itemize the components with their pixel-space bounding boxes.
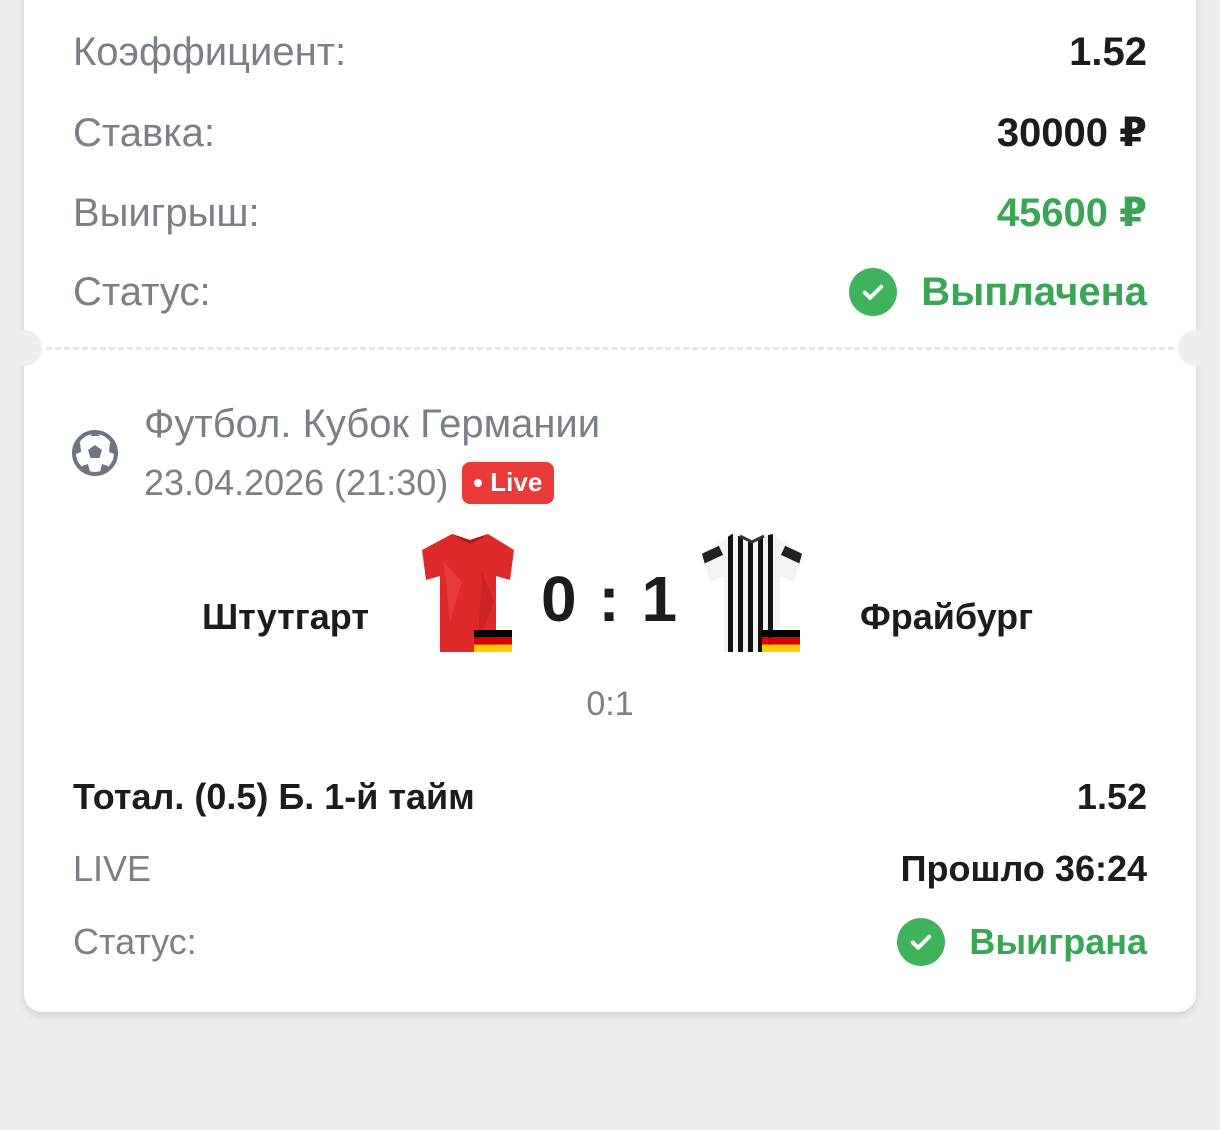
win-row: Выигрыш: 45600 ₽ bbox=[73, 190, 1147, 236]
black-white-striped-jersey-icon bbox=[700, 532, 804, 659]
coef-row: Коэффициент: 1.52 bbox=[73, 30, 1147, 75]
check-circle-icon bbox=[897, 918, 946, 966]
mode-label: LIVE bbox=[73, 848, 152, 889]
coef-value: 1.52 bbox=[1069, 30, 1147, 74]
status-value: Выплачена bbox=[921, 269, 1147, 314]
ticket-notch-left bbox=[6, 330, 42, 366]
event-datetime: 23.04.2026 (21:30) bbox=[144, 462, 449, 503]
league-title: Футбол. Кубок Германии bbox=[144, 402, 601, 446]
status-label: Статус: bbox=[73, 269, 211, 314]
ticket-notch-right bbox=[1178, 330, 1214, 366]
check-circle-icon bbox=[849, 268, 898, 316]
market-odds: 1.52 bbox=[1076, 776, 1147, 817]
elapsed-time: Прошло 36:24 bbox=[900, 848, 1147, 889]
away-team-name: Фрайбург bbox=[860, 596, 1034, 637]
germany-flag-icon bbox=[762, 630, 800, 652]
market-name: Тотал. (0.5) Б. 1-й тайм bbox=[73, 776, 475, 817]
dashed-divider bbox=[46, 347, 1174, 350]
status-row: Статус: Выплачена bbox=[73, 268, 1147, 316]
event-datetime-row: 23.04.2026 (21:30) Live bbox=[144, 462, 555, 504]
win-value: 45600 ₽ bbox=[996, 191, 1147, 235]
bet-status-row: Статус: Выиграна bbox=[73, 918, 1147, 966]
bet-status-value: Выиграна bbox=[969, 921, 1147, 962]
mode-row: LIVE Прошло 36:24 bbox=[73, 848, 1147, 890]
bet-status-badge: Выиграна bbox=[897, 918, 1147, 966]
half-time-score: 0:1 bbox=[586, 685, 634, 723]
bet-status-label: Статус: bbox=[73, 921, 197, 962]
stake-label: Ставка: bbox=[73, 110, 215, 155]
win-label: Выигрыш: bbox=[73, 190, 260, 235]
status-badge: Выплачена bbox=[849, 268, 1147, 316]
soccer-ball-icon bbox=[72, 430, 118, 481]
live-badge-label: Live bbox=[490, 467, 543, 497]
stake-row: Ставка: 30000 ₽ bbox=[73, 110, 1147, 156]
live-badge: Live bbox=[462, 462, 555, 504]
market-row: Тотал. (0.5) Б. 1-й тайм 1.52 bbox=[73, 776, 1147, 818]
bet-card: Коэффициент: 1.52 Ставка: 30000 ₽ Выигры… bbox=[6, 0, 1214, 1012]
live-dot-icon bbox=[474, 478, 483, 487]
stake-value: 30000 ₽ bbox=[996, 111, 1147, 155]
coef-label: Коэффициент: bbox=[73, 30, 347, 74]
